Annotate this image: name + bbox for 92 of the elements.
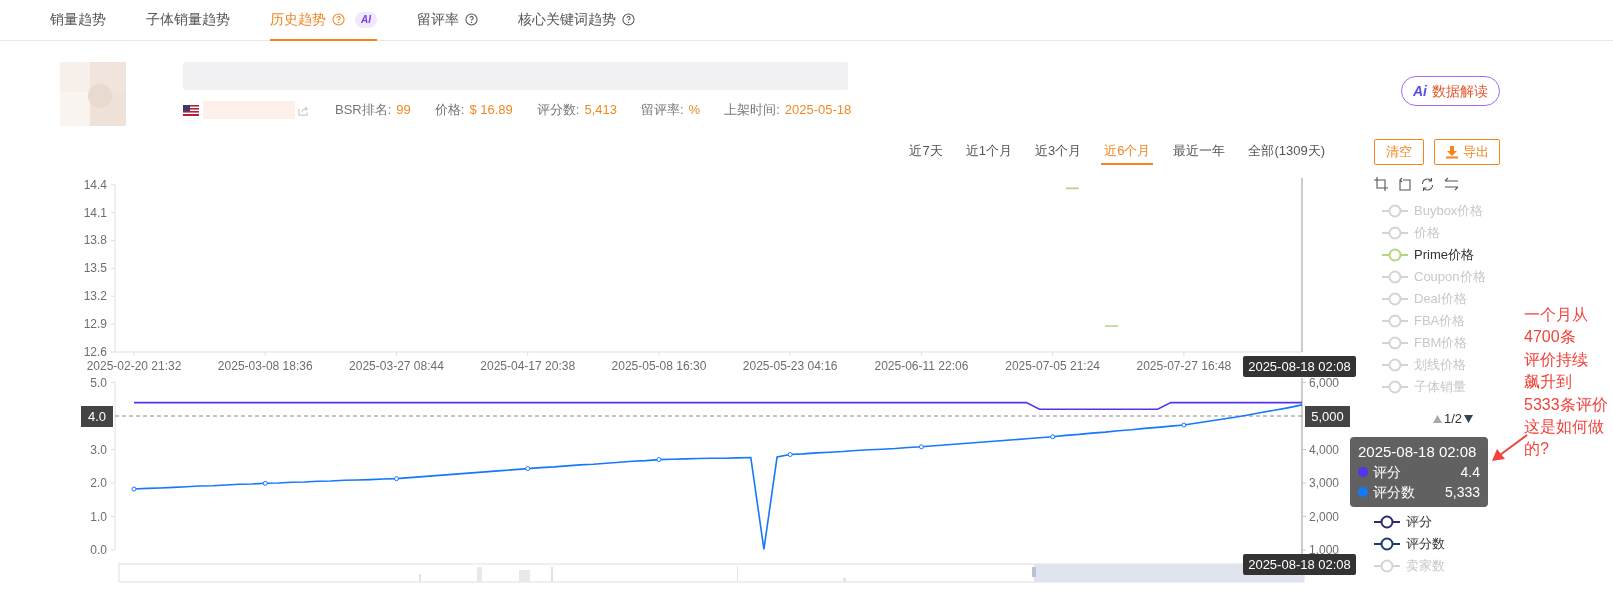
crop-icon[interactable]: [1374, 177, 1388, 191]
legend-marker-icon: [1374, 559, 1400, 573]
axis-label: 3.0: [90, 442, 107, 457]
pointer-label: 2025-08-18 02:08: [1243, 554, 1356, 575]
annotation-line: 的?: [1524, 439, 1550, 460]
axis-label: 2025-05-08 16:30: [611, 359, 707, 373]
data-point: [1050, 434, 1056, 440]
stat-label: 评分数:: [536, 101, 580, 120]
ai-badge: AI: [355, 11, 377, 28]
range-option[interactable]: 近7天: [906, 138, 946, 165]
range-option[interactable]: 近3个月: [1031, 138, 1085, 165]
stat-value: 5,413: [584, 101, 617, 120]
legend-marker-icon: [1382, 380, 1408, 394]
axis-label: 12.9: [83, 317, 107, 332]
axis-label: 14.4: [83, 177, 107, 192]
data-point: [262, 480, 268, 486]
tooltip-series-name: 评分: [1373, 462, 1401, 482]
pager-text: 1/2: [1444, 410, 1463, 429]
legend-marker-icon: [1382, 204, 1408, 218]
tab[interactable]: 销量趋势: [50, 0, 106, 41]
axis-label: 2025-05-23 04:16: [742, 359, 838, 373]
axis-label: 2025-04-17 20:38: [480, 359, 576, 373]
tab[interactable]: 子体销量趋势: [146, 0, 230, 41]
axis-label: 1.0: [90, 509, 107, 524]
range-option[interactable]: 全部(1309天): [1245, 138, 1328, 165]
legend-marker-icon: [1382, 270, 1408, 284]
axis-label: 12.6: [83, 345, 107, 359]
stat-value: $ 16.89: [469, 101, 513, 120]
data-point: [1181, 422, 1187, 428]
data-point: [131, 486, 137, 492]
stat-label: 留评率:: [641, 101, 684, 120]
tab[interactable]: 核心关键词趋势: [518, 0, 635, 41]
annotation-line: 评价持续: [1524, 349, 1589, 370]
axis-label: 2025-03-27 08:44: [349, 359, 444, 373]
annotation-line: 这是如何做: [1524, 417, 1605, 438]
data-point: [787, 452, 793, 458]
crop-undo-icon[interactable]: [1397, 177, 1411, 191]
annotation-line: 4700条: [1524, 327, 1577, 348]
legend-marker-icon: [1382, 336, 1408, 350]
stat-value: 99: [396, 101, 411, 120]
data-point: [918, 444, 924, 450]
legend-item[interactable]: 评分数: [1374, 533, 1490, 555]
stat-label: BSR排名:: [335, 101, 392, 120]
pointer-label: 4.0: [81, 406, 113, 427]
axis-label: 2025-03-08 18:36: [217, 359, 313, 373]
axis-label: 13.5: [83, 261, 107, 276]
axis-label: 0.0: [90, 543, 107, 557]
axis-label: 2.0: [90, 476, 107, 490]
legend-marker-icon: [1382, 358, 1408, 372]
axis-label: 13.2: [83, 289, 107, 304]
us-flag-icon: [183, 104, 199, 116]
axis-label: 2025-07-27 16:48: [1136, 359, 1232, 373]
axis-label: 2,000: [1309, 509, 1340, 524]
data-point: [656, 457, 662, 463]
axis-label: 13.8: [83, 233, 107, 248]
axis-label: 1,000: [1309, 543, 1340, 557]
tooltip-value: 4.4: [1460, 462, 1480, 482]
axis-label: 2025-02-20 21:32: [86, 359, 182, 373]
legend-marker-icon: [1382, 226, 1408, 240]
swap-arrows-icon[interactable]: [1444, 177, 1459, 191]
legend-marker-icon: [1382, 314, 1408, 328]
data-point: [393, 476, 399, 482]
tab[interactable]: 留评率: [417, 0, 478, 41]
axis-label: 2025-06-11 22:06: [874, 359, 969, 373]
refresh-icon[interactable]: [1420, 176, 1435, 192]
stat-value: 2025-05-18: [784, 101, 852, 120]
pointer-label: 2025-08-18 02:08: [1243, 356, 1356, 377]
annotation-line: 5333条评价: [1524, 394, 1608, 415]
axis-label: 4,000: [1309, 442, 1340, 457]
download-icon: [1445, 144, 1459, 159]
axis-label: 2025-07-05 21:24: [1005, 359, 1101, 373]
tooltip-title: 2025-08-18 02:08: [1358, 442, 1478, 462]
axis-label: 5.0: [90, 378, 107, 390]
range-option[interactable]: 近1个月: [962, 138, 1015, 165]
legend-item[interactable]: Prime价格: [1382, 244, 1490, 266]
tab[interactable]: 历史趋势 AI: [270, 0, 377, 41]
axis-label: 6,000: [1309, 378, 1340, 390]
stat-value: %: [688, 101, 701, 120]
stat-label: 价格:: [434, 101, 465, 120]
stat-label: 上架时间:: [724, 101, 780, 120]
tooltip-series-name: 评分数: [1373, 482, 1415, 502]
range-option[interactable]: 最近一年: [1170, 138, 1229, 165]
pointer-label: 5,000: [1305, 406, 1350, 427]
data-point: [525, 466, 531, 472]
page-down-icon[interactable]: [1464, 415, 1474, 423]
annotation-line: 飙升到: [1524, 372, 1573, 393]
tooltip-value: 5,333: [1444, 482, 1480, 502]
legend-marker-icon: [1382, 292, 1408, 306]
axis-label: 3,000: [1309, 476, 1340, 490]
annotation-line: 一个月从: [1524, 305, 1589, 325]
axis-label: 14.1: [83, 205, 107, 220]
legend-item[interactable]: 评分: [1374, 511, 1490, 533]
